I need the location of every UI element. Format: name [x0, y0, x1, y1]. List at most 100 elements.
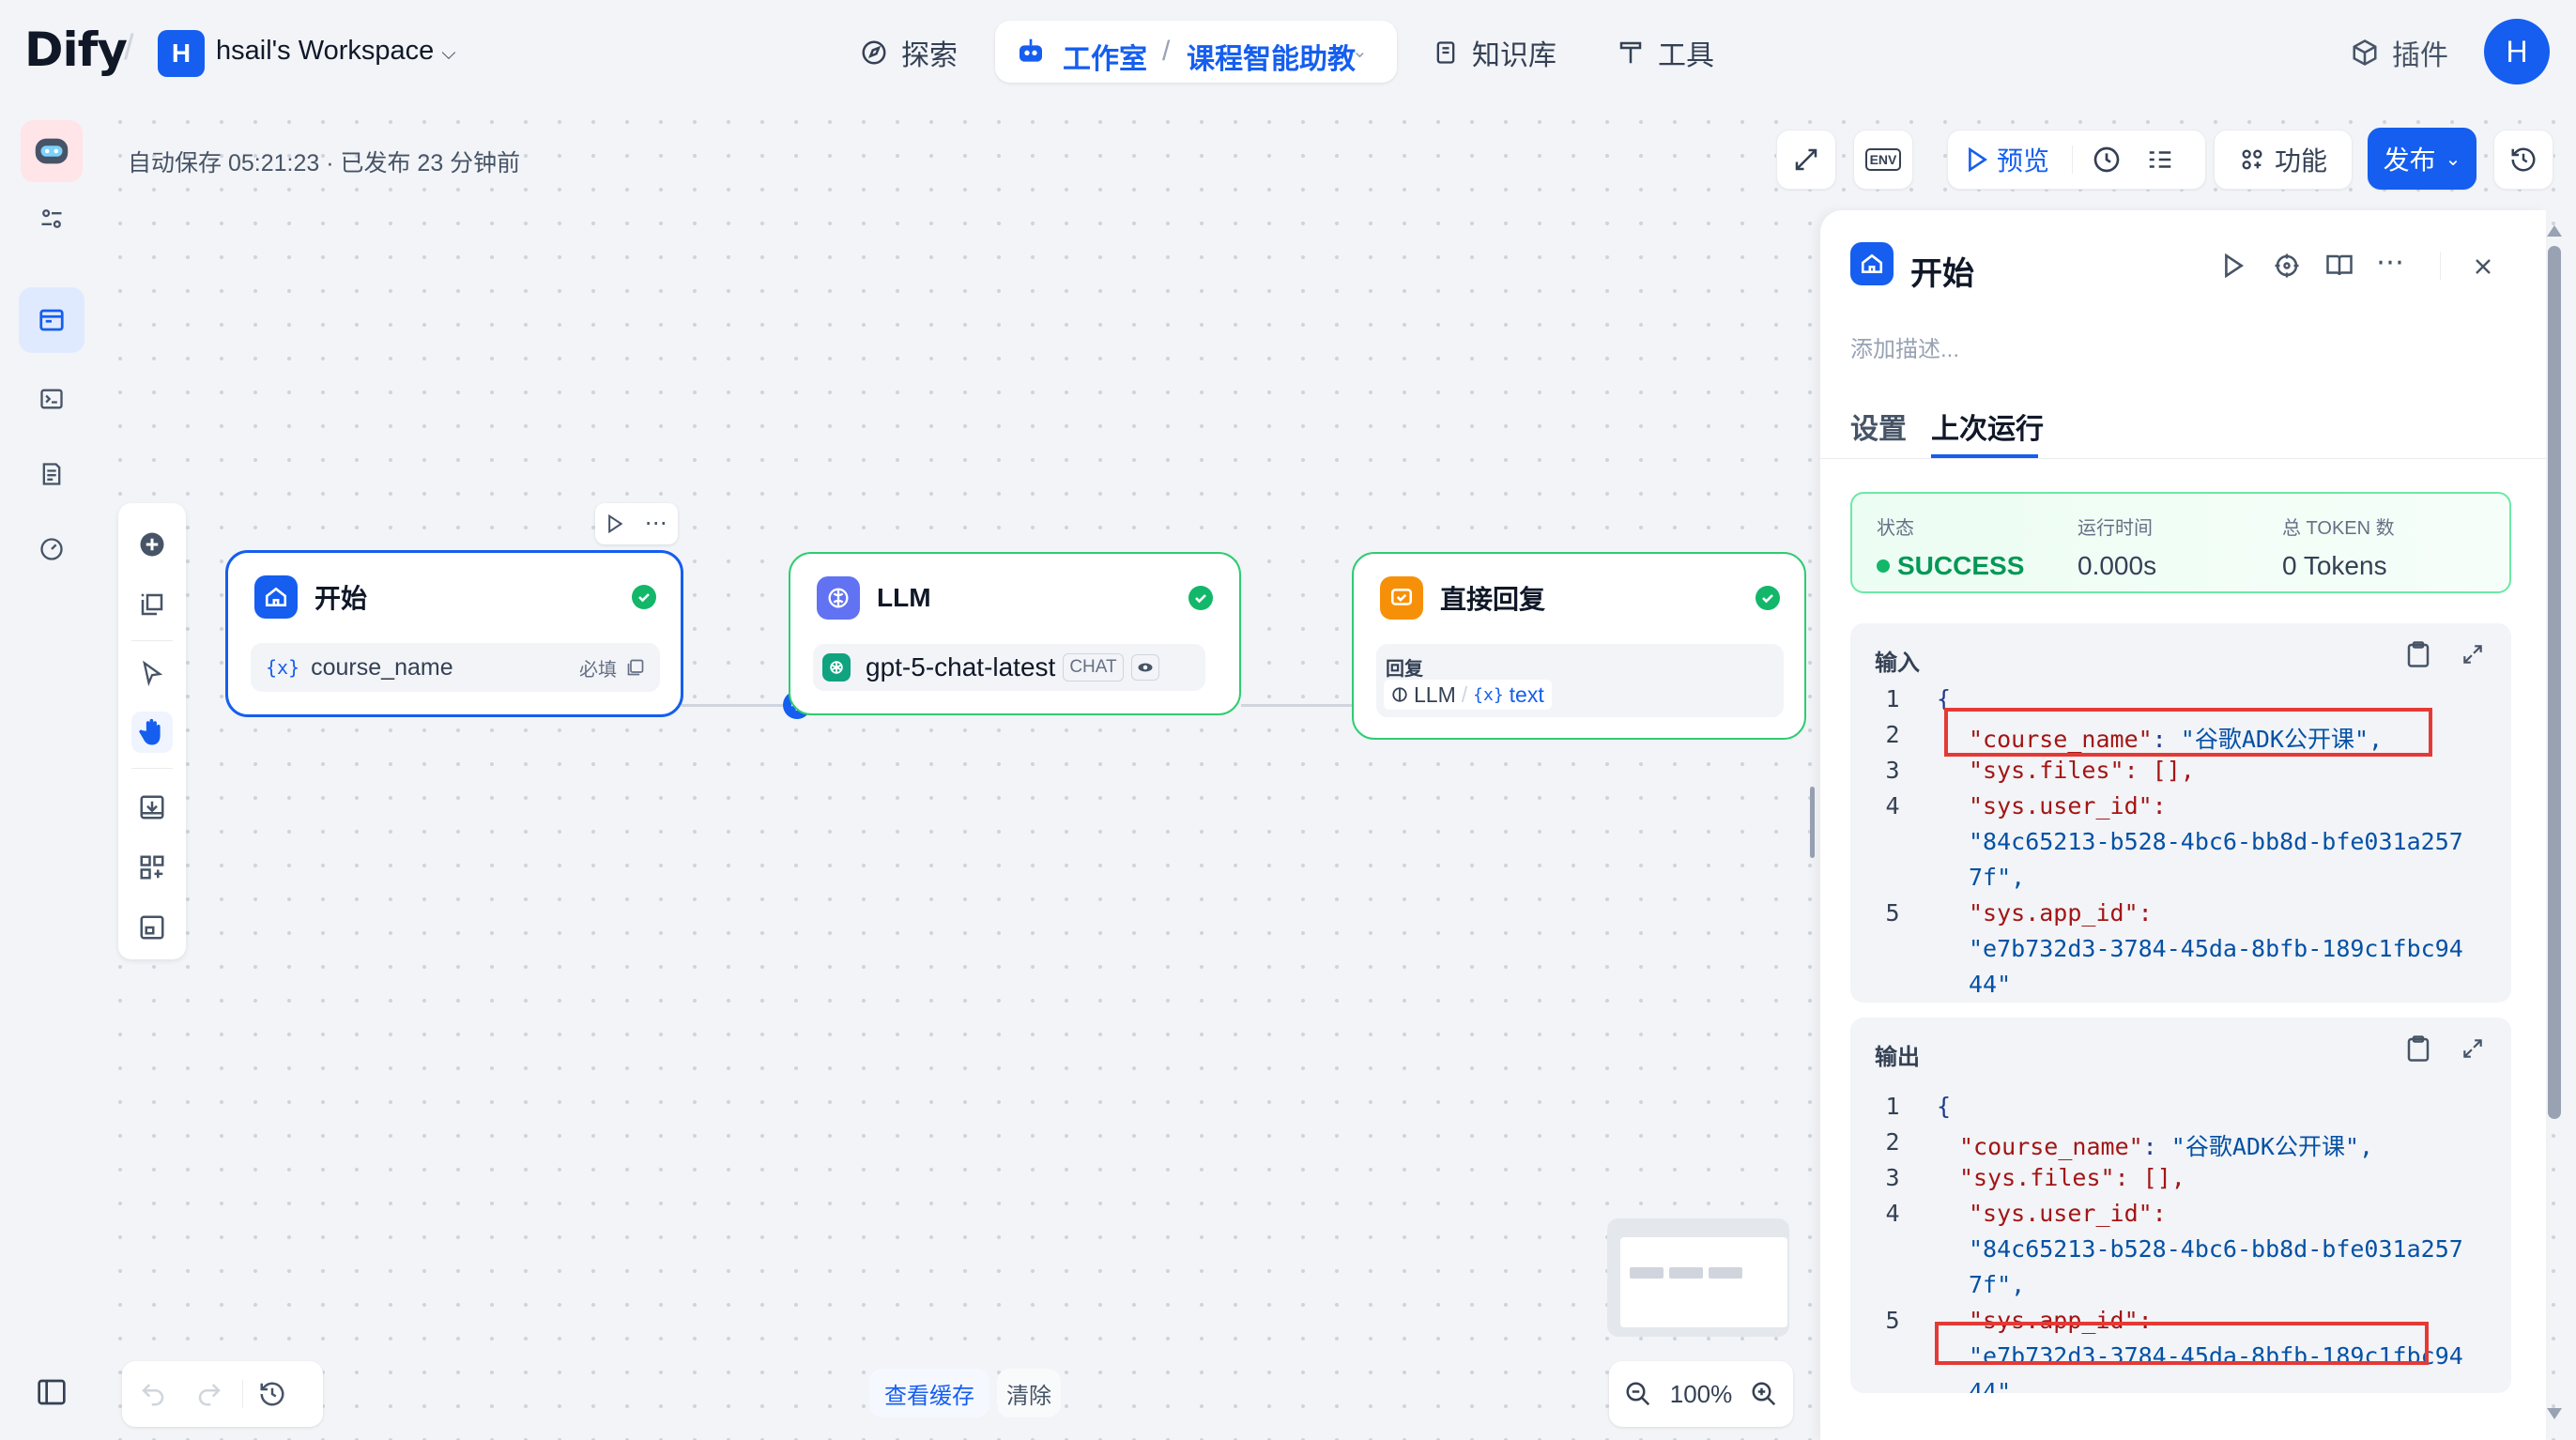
locate-icon[interactable] — [2273, 252, 2301, 280]
model-name: gpt-5-chat-latest — [866, 652, 1056, 682]
clipboard-icon[interactable] — [2406, 640, 2430, 668]
dify-logo[interactable]: Dify — [24, 23, 128, 77]
close-icon[interactable] — [2472, 255, 2494, 278]
add-node-icon[interactable] — [131, 524, 173, 565]
compass-icon — [862, 40, 886, 65]
monitor-gauge-icon[interactable] — [32, 529, 71, 569]
version-history-button[interactable] — [2493, 130, 2553, 190]
canvas-tool-palette — [118, 503, 186, 959]
tool-icon — [1619, 41, 1642, 64]
node-title: 直接回复 — [1440, 585, 1546, 614]
current-app-name[interactable]: 课程智能助教 — [1187, 36, 1356, 77]
organize-nodes-icon[interactable] — [131, 847, 173, 888]
workspace-switcher[interactable]: hsail's Workspace ⌵ — [216, 36, 456, 67]
zoom-bar: 100% — [1609, 1361, 1793, 1427]
zoom-level[interactable]: 100% — [1670, 1380, 1733, 1409]
tokens-label: 总 TOKEN 数 — [2282, 518, 2395, 539]
redo-icon[interactable] — [195, 1380, 223, 1408]
highlight-box — [1935, 1322, 2429, 1365]
publish-button[interactable]: 发布 ⌄ — [2368, 128, 2476, 190]
tokens-value: 0 Tokens — [2282, 551, 2387, 580]
pointer-mode-icon[interactable] — [131, 653, 173, 695]
nav-tools-label: 工具 — [1658, 40, 1714, 71]
expand-icon[interactable] — [2461, 1036, 2485, 1061]
features-button[interactable]: 功能 — [2214, 130, 2353, 190]
publish-label: 发布 — [2383, 146, 2436, 175]
undo-icon[interactable] — [139, 1380, 167, 1408]
model-mode-badge: CHAT — [1063, 653, 1124, 682]
zoom-in-icon[interactable] — [1750, 1380, 1778, 1408]
tab-settings[interactable]: 设置 — [1850, 406, 1907, 447]
nav-studio[interactable]: 工作室 / 课程智能助教 ⌄ — [995, 21, 1397, 83]
answer-node[interactable]: 直接回复 回复 LLM / {x} text — [1352, 552, 1806, 740]
hand-mode-icon[interactable] — [131, 712, 173, 753]
nav-separator: / — [1162, 36, 1171, 67]
start-variable-row[interactable]: {x} course_name 必填 — [251, 643, 660, 692]
ref-node-name: LLM — [1414, 682, 1456, 707]
run-history-icon[interactable] — [2092, 145, 2122, 175]
panel-title[interactable]: 开始 — [1910, 248, 1974, 294]
chevron-down-icon: ⌵ — [441, 43, 456, 64]
add-note-icon[interactable] — [131, 584, 173, 625]
nav-knowledge[interactable]: 知识库 — [1433, 32, 1556, 73]
openai-icon — [822, 653, 851, 682]
workspace-avatar[interactable]: H — [158, 30, 205, 77]
node-action-bar: ⋯ — [595, 503, 678, 544]
model-row[interactable]: gpt-5-chat-latest CHAT — [813, 644, 1205, 691]
logs-icon[interactable] — [32, 454, 71, 494]
panel-resize-handle[interactable] — [1810, 787, 1815, 858]
nav-knowledge-label: 知识库 — [1472, 40, 1556, 71]
input-title: 输入 — [1875, 651, 1920, 676]
status-dot — [1877, 559, 1890, 573]
clipboard-icon[interactable] — [2406, 1034, 2430, 1063]
node-title: LLM — [877, 583, 931, 612]
workspace-name: hsail's Workspace — [216, 36, 435, 66]
home-icon — [254, 575, 298, 619]
history-icon[interactable] — [258, 1380, 286, 1408]
chevron-down-icon[interactable]: ⌄ — [1352, 39, 1368, 63]
tab-last-run[interactable]: 上次运行 — [1931, 406, 2044, 447]
minimap[interactable] — [1607, 1218, 1789, 1337]
view-workflow-button[interactable] — [1776, 130, 1836, 190]
start-node[interactable]: 开始 {x} course_name 必填 — [225, 550, 683, 717]
nav-plugins[interactable]: 插件 — [2351, 32, 2448, 73]
export-image-icon[interactable] — [131, 787, 173, 828]
scrollbar-thumb[interactable] — [2548, 246, 2561, 1119]
llm-brain-icon — [817, 576, 860, 620]
nav-explore[interactable]: 探索 — [860, 32, 958, 73]
view-cache-button[interactable]: 查看缓存 — [869, 1369, 989, 1417]
runtime-label: 运行时间 — [2078, 518, 2153, 539]
nav-studio-label: 工作室 — [1063, 44, 1147, 75]
robot-icon — [1020, 38, 1042, 62]
description-input[interactable]: 添加描述... — [1850, 330, 1959, 363]
orchestrate-tab[interactable] — [19, 287, 84, 353]
clear-cache-button[interactable]: 清除 — [997, 1369, 1061, 1417]
run-step-icon[interactable] — [2222, 253, 2245, 278]
preview-button[interactable]: 预览 — [1967, 141, 2049, 178]
reply-content: 回复 LLM / {x} text — [1376, 644, 1784, 717]
more-icon[interactable]: ⋯ — [2376, 246, 2404, 279]
ref-var-name: text — [1509, 682, 1544, 707]
expand-icon[interactable] — [2461, 642, 2485, 666]
book-open-icon[interactable] — [2325, 252, 2354, 280]
env-variables-button[interactable]: ENV — [1853, 130, 1913, 190]
more-icon[interactable]: ⋯ — [645, 513, 667, 535]
app-icon[interactable] — [21, 120, 83, 182]
success-check-icon — [1756, 586, 1780, 610]
collapse-sidebar-icon[interactable] — [32, 1372, 71, 1412]
apps-icon — [2242, 149, 2262, 170]
minimap-toggle-icon[interactable] — [131, 907, 173, 948]
nav-tools[interactable]: 工具 — [1617, 32, 1714, 73]
checklist-icon[interactable] — [2146, 146, 2174, 174]
variable-icon: {x} — [266, 656, 300, 679]
zoom-out-icon[interactable] — [1624, 1380, 1652, 1408]
llm-node[interactable]: LLM gpt-5-chat-latest CHAT — [789, 552, 1241, 715]
settings-sliders-icon[interactable] — [32, 199, 71, 238]
run-node-icon[interactable] — [606, 514, 623, 533]
user-avatar[interactable]: H — [2484, 19, 2550, 84]
expand-square-icon — [1795, 148, 1817, 171]
play-icon — [1969, 147, 1987, 172]
panel-scrollbar[interactable] — [2544, 216, 2565, 1436]
chevron-down-icon: ⌄ — [2445, 148, 2461, 170]
terminal-icon[interactable] — [32, 379, 71, 419]
